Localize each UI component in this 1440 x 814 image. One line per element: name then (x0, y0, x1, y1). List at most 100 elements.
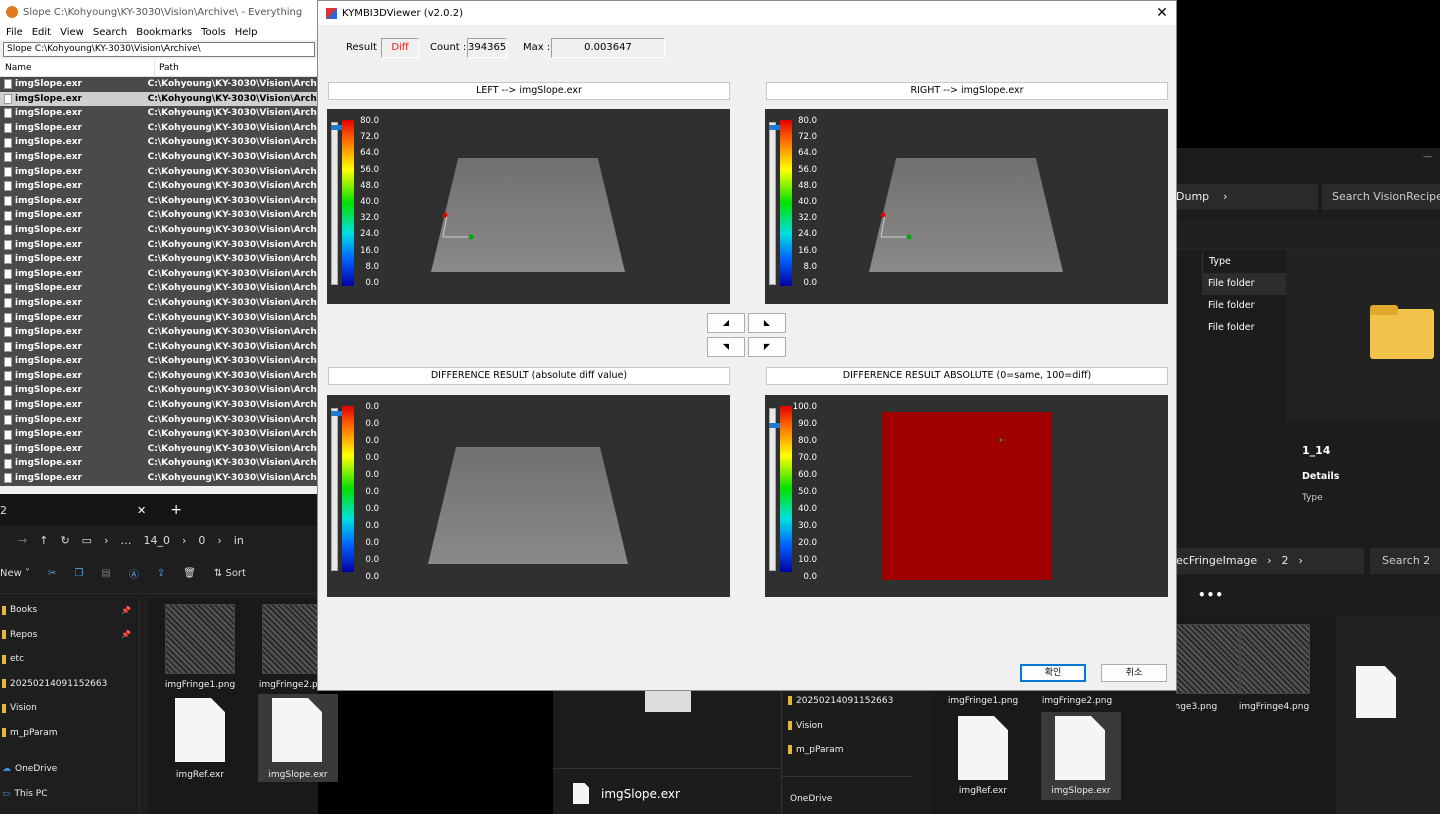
middle-file-label[interactable]: imgSlope.exr (601, 787, 680, 801)
list-item[interactable]: imgSlope.exr C:\Kohyoung\KY-3030\Vision\A… (0, 266, 318, 282)
file-icon-imgref[interactable] (958, 716, 1008, 780)
list-item[interactable]: imgSlope.exr C:\Kohyoung\KY-3030\Vision\A… (0, 164, 318, 180)
view-arrow-down-right-button[interactable]: ◤ (748, 337, 786, 357)
cut-icon[interactable]: ✂ (48, 568, 56, 579)
list-item[interactable]: imgSlope.exr C:\Kohyoung\KY-3030\Vision\A… (0, 456, 318, 472)
menu-edit[interactable]: Edit (32, 27, 51, 38)
file-label[interactable]: imgRef.exr (158, 770, 242, 780)
file-label[interactable]: imgRef.exr (943, 786, 1023, 796)
list-item[interactable]: imgSlope.exr C:\Kohyoung\KY-3030\Vision\A… (0, 412, 318, 428)
list-item[interactable]: imgSlope.exr C:\Kohyoung\KY-3030\Vision\A… (0, 208, 318, 223)
list-item[interactable]: imgSlope.exr C:\Kohyoung\KY-3030\Vision\A… (0, 179, 318, 194)
list-item[interactable]: imgSlope.exr C:\Kohyoung\KY-3030\Vision\A… (0, 120, 318, 136)
explorer-right2-address[interactable]: ecFringeImage › 2 › (1176, 548, 1364, 574)
list-item[interactable]: imgSlope.exr C:\Kohyoung\KY-3030\Vision\A… (0, 310, 318, 326)
sidebar-item-m_pparam[interactable]: m_pParam (788, 745, 844, 755)
column-path[interactable]: Path (155, 63, 179, 73)
everything-search-input[interactable]: Slope C:\Kohyoung\KY-3030\Vision\Archive… (3, 42, 315, 57)
diff-scale-slider[interactable] (331, 408, 342, 571)
sidebar-item-20250214091152663[interactable]: 20250214091152663 (0, 672, 139, 697)
list-item[interactable]: imgSlope.exr C:\Kohyoung\KY-3030\Vision\A… (0, 281, 318, 296)
file-icon-imgslope[interactable] (272, 698, 322, 762)
middle-file-row[interactable]: imgSlope.exr (553, 768, 781, 814)
list-item[interactable]: imgSlope.exr C:\Kohyoung\KY-3030\Vision\A… (0, 135, 318, 150)
explorer-right2-search[interactable]: Search 2 (1370, 548, 1440, 574)
share-icon[interactable]: ⇪ (157, 568, 165, 579)
breadcrumb-14_0[interactable]: 14_0 (143, 534, 170, 547)
sidebar-item-this-pc[interactable]: ▭ This PC (0, 782, 139, 807)
menu-bookmarks[interactable]: Bookmarks (136, 27, 192, 38)
paste-icon[interactable]: ▤ (101, 568, 110, 579)
file-thumb-imgfringe4[interactable] (1240, 624, 1310, 694)
list-item[interactable]: imgSlope.exr C:\Kohyoung\KY-3030\Vision\A… (0, 222, 318, 238)
copy-icon[interactable]: ❐ (74, 568, 83, 579)
list-item[interactable]: imgSlope.exr C:\Kohyoung\KY-3030\Vision\A… (0, 193, 318, 209)
list-item[interactable]: imgSlope.exr C:\Kohyoung\KY-3030\Vision\A… (0, 368, 318, 384)
column-type[interactable]: Type (1202, 251, 1286, 273)
file-label[interactable]: imgFringe1.png (943, 696, 1023, 706)
list-item[interactable]: imgSlope.exr C:\Kohyoung\KY-3030\Vision\A… (0, 295, 318, 311)
list-item[interactable]: imgSlope.exr C:\Kohyoung\KY-3030\Vision\A… (0, 441, 318, 457)
left-scale-slider[interactable] (331, 122, 342, 285)
refresh-icon[interactable]: ↻ (60, 534, 69, 547)
right-3d-view[interactable]: 80.0 72.0 64.0 56.0 48.0 40.0 32.0 24.0 16.0 8.0 0… (765, 109, 1168, 304)
list-item[interactable]: imgSlope.exr C:\Kohyoung\KY-3030\Vision\A… (0, 398, 318, 413)
more-crumbs-icon[interactable]: … (120, 534, 131, 547)
file-icon-imgref[interactable] (175, 698, 225, 762)
list-item[interactable]: imgSlope.exr C:\Kohyoung\KY-3030\Vision\A… (0, 471, 318, 486)
sidebar-item-onedrive[interactable]: ☁ OneDrive (0, 757, 139, 782)
breadcrumb-in[interactable]: in (234, 534, 244, 547)
cancel-button[interactable]: 취소 (1101, 664, 1167, 682)
more-options-icon[interactable]: ••• (1198, 588, 1224, 602)
sidebar-item-m_pparam[interactable]: m_pParam (0, 721, 139, 746)
explorer-right-search[interactable]: Search VisionRecipeDu (1322, 184, 1440, 210)
view-arrow-down-left-button[interactable]: ◥ (707, 337, 745, 357)
sidebar-item-vision[interactable]: Vision (0, 696, 139, 721)
sidebar-item-20250214091152663[interactable]: 20250214091152663 (788, 696, 893, 706)
file-label[interactable]: imgFringe2.png (1037, 696, 1117, 706)
ok-button[interactable]: 확인 (1020, 664, 1086, 682)
sidebar-item-onedrive[interactable]: OneDrive (790, 794, 832, 804)
tab-add-icon[interactable]: + (170, 502, 182, 518)
tab-close-icon[interactable]: ✕ (137, 504, 146, 517)
list-item[interactable]: imgSlope.exr C:\Kohyoung\KY-3030\Vision\A… (0, 339, 318, 355)
sidebar-item-vision[interactable]: Vision (788, 721, 823, 731)
forward-icon[interactable]: → (18, 534, 27, 547)
file-icon-imgslope[interactable] (1055, 716, 1105, 780)
list-item[interactable]: imgSlope.exr C:\Kohyoung\KY-3030\Vision\A… (0, 383, 318, 399)
sidebar-item-etc[interactable]: etc (0, 647, 139, 672)
menu-help[interactable]: Help (235, 27, 258, 38)
slider-knob[interactable] (769, 423, 780, 428)
file-thumb-imgfringe3[interactable] (1170, 624, 1240, 694)
view-arrow-up-right-button[interactable]: ◣ (748, 313, 786, 333)
menu-view[interactable]: View (60, 27, 84, 38)
list-item[interactable]: imgSlope.exr C:\Kohyoung\KY-3030\Vision\A… (0, 77, 318, 92)
sidebar-item-repos[interactable]: Repos 📌 (0, 623, 139, 648)
diff-abs-scale-slider[interactable] (769, 408, 780, 571)
slider-knob[interactable] (331, 411, 342, 416)
menu-file[interactable]: File (6, 27, 23, 38)
close-icon[interactable]: ✕ (1154, 5, 1170, 21)
new-button[interactable]: New ˅ (0, 568, 30, 579)
file-thumb-imgfringe1[interactable] (165, 604, 235, 674)
column-name[interactable]: Name (0, 59, 155, 76)
file-label[interactable]: imgSlope.exr (1041, 786, 1121, 796)
menu-tools[interactable]: Tools (201, 27, 226, 38)
file-label[interactable]: imgSlope.exr (256, 770, 340, 780)
breadcrumb-0[interactable]: 0 (198, 534, 205, 547)
file-label[interactable]: imgFringe4.png (1234, 702, 1314, 712)
list-item[interactable]: imgSlope.exr C:\Kohyoung\KY-3030\Vision\A… (0, 237, 318, 253)
rename-icon[interactable]: Ⓐ (129, 566, 139, 581)
pc-icon[interactable]: ▭ (82, 534, 92, 547)
file-label[interactable]: imgFringe1.png (158, 680, 242, 690)
left-3d-view[interactable]: 80.0 72.0 64.0 56.0 48.0 40.0 32.0 24.0 16.0 8.0 0… (327, 109, 730, 304)
diff-3d-view[interactable]: 0.0 0.0 0.0 0.0 0.0 0.0 0.0 0.0 0.0 0.0 0.0 (327, 395, 730, 597)
delete-icon[interactable]: 🗑 (183, 568, 196, 579)
menu-search[interactable]: Search (93, 27, 127, 38)
list-item[interactable]: imgSlope.exr C:\Kohyoung\KY-3030\Vision\A… (0, 427, 318, 442)
list-item[interactable]: imgSlope.exr C:\Kohyoung\KY-3030\Vision\A… (0, 325, 318, 340)
right-scale-slider[interactable] (769, 122, 780, 285)
list-item[interactable]: imgSlope.exr C:\Kohyoung\KY-3030\Vision\A… (0, 91, 318, 107)
list-item[interactable]: imgSlope.exr C:\Kohyoung\KY-3030\Vision\A… (0, 354, 318, 369)
list-item[interactable]: imgSlope.exr C:\Kohyoung\KY-3030\Vision\A… (0, 149, 318, 165)
